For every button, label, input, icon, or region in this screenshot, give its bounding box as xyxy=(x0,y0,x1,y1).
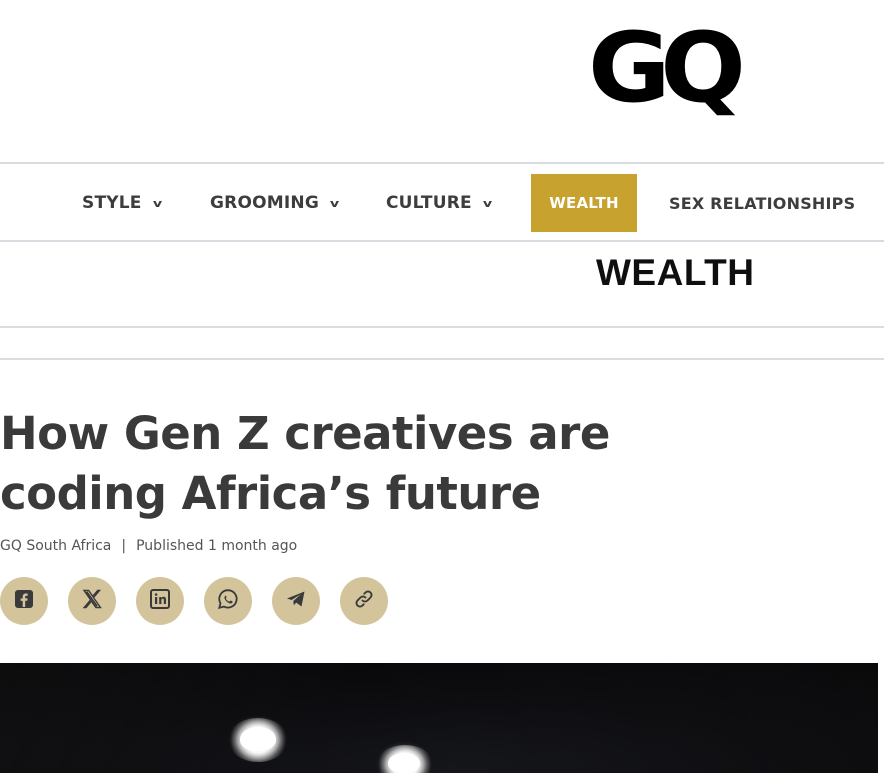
published-date: Published 1 month ago xyxy=(136,538,298,554)
linkedin-icon xyxy=(148,587,172,615)
share-whatsapp-button[interactable] xyxy=(204,577,252,625)
share-buttons xyxy=(0,577,388,625)
divider xyxy=(0,358,884,360)
ceiling-light-bulb xyxy=(240,727,276,751)
nav-item-label: GROOMING xyxy=(210,193,319,213)
main-nav: STYLE v GROOMING v CULTURE v WEALTH SEX … xyxy=(0,162,884,242)
facebook-icon xyxy=(12,587,36,615)
nav-item-label: CULTURE xyxy=(386,193,472,213)
gq-logo[interactable]: GQ xyxy=(588,18,777,118)
article-headline: How Gen Z creatives are coding Africa’s … xyxy=(0,407,610,520)
nav-item-label: WEALTH xyxy=(549,194,619,212)
share-copy-link-button[interactable] xyxy=(340,577,388,625)
page: GQ STYLE v GROOMING v CULTURE v WEALTH S… xyxy=(0,0,884,773)
author-name[interactable]: GQ South Africa xyxy=(0,538,111,554)
share-telegram-button[interactable] xyxy=(272,577,320,625)
telegram-icon xyxy=(284,587,308,615)
x-icon xyxy=(80,587,104,615)
share-facebook-button[interactable] xyxy=(0,577,48,625)
nav-item-culture[interactable]: CULTURE v xyxy=(386,174,493,232)
nav-item-wealth[interactable]: WEALTH xyxy=(531,174,637,232)
chevron-down-icon: v xyxy=(152,196,163,210)
nav-item-style[interactable]: STYLE v xyxy=(82,174,163,232)
divider xyxy=(0,326,884,328)
article-hero-image xyxy=(0,663,878,773)
share-x-button[interactable] xyxy=(68,577,116,625)
copy-link-icon xyxy=(352,587,376,615)
nav-item-sex-relationships[interactable]: SEX RELATIONSHIPS xyxy=(669,174,855,232)
section-title: WEALTH xyxy=(596,252,755,293)
share-linkedin-button[interactable] xyxy=(136,577,184,625)
ceiling-light-bulb xyxy=(388,753,420,773)
byline-separator: | xyxy=(121,538,127,554)
nav-item-label: SEX RELATIONSHIPS xyxy=(669,193,856,213)
whatsapp-icon xyxy=(216,587,240,615)
nav-item-label: STYLE xyxy=(82,193,142,213)
nav-item-grooming[interactable]: GROOMING v xyxy=(210,174,340,232)
chevron-down-icon: v xyxy=(482,196,493,210)
chevron-down-icon: v xyxy=(329,196,340,210)
hero-image-shading xyxy=(0,663,878,773)
article-byline: GQ South Africa | Published 1 month ago xyxy=(0,538,297,554)
